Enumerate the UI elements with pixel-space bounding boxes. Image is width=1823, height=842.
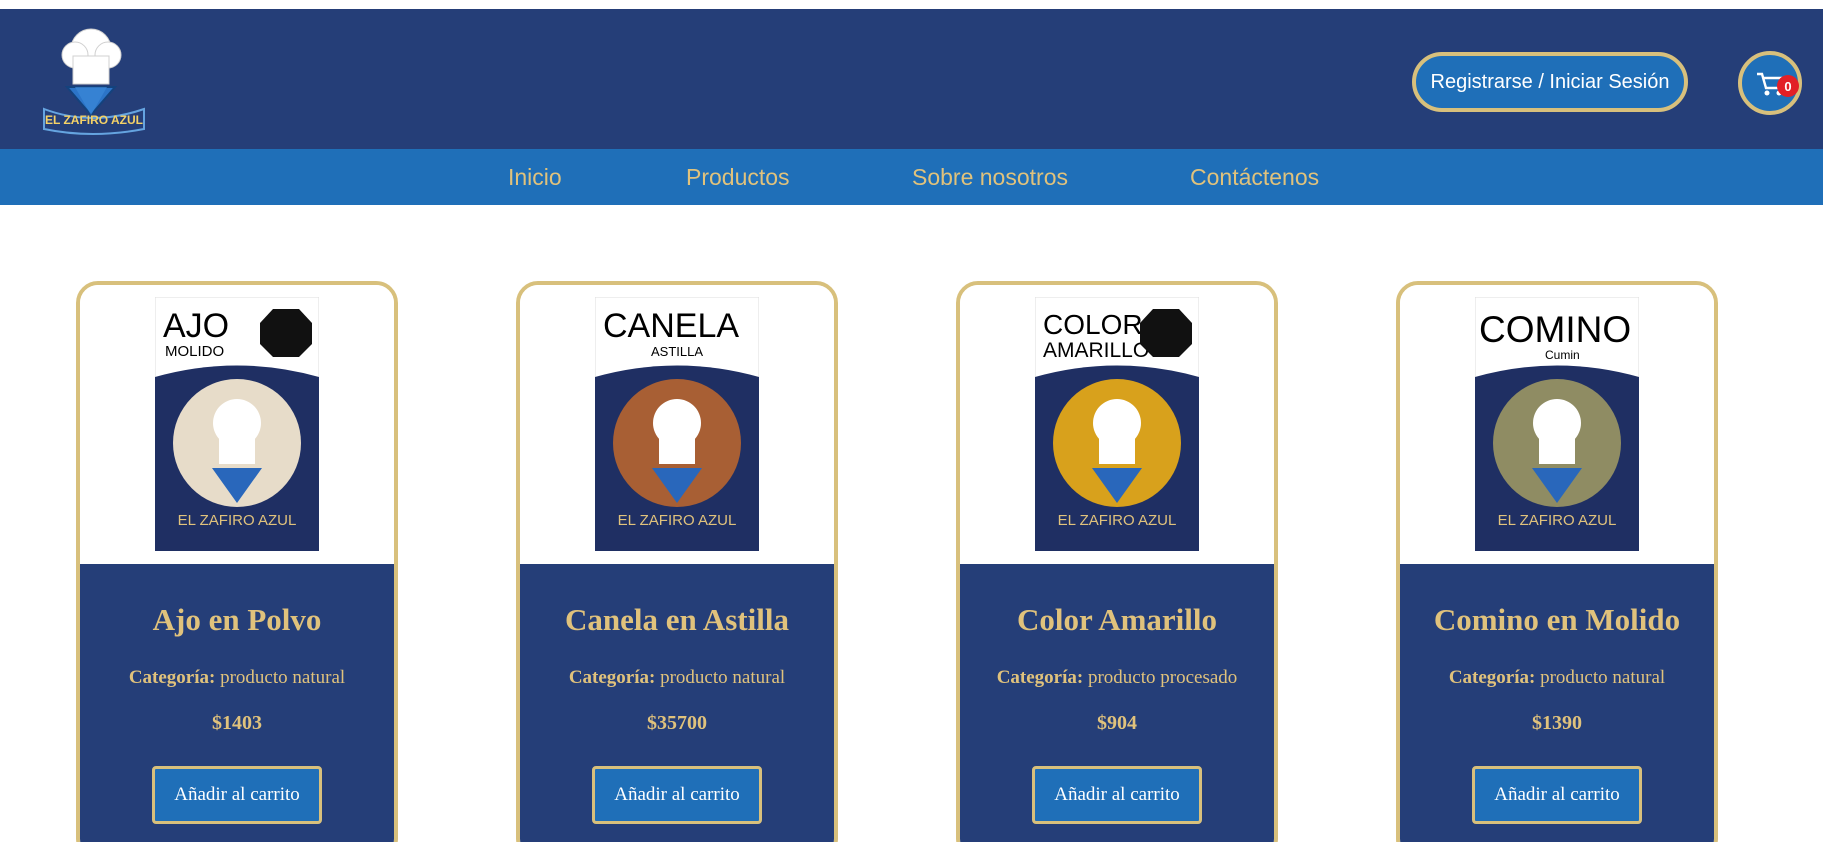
product-package-name: CANELA	[603, 307, 739, 345]
product-price: $35700	[647, 712, 707, 734]
add-to-cart-button[interactable]: Añadir al carrito	[1472, 766, 1642, 824]
product-package-subname: Cumin	[1545, 348, 1580, 362]
package-brand-text: EL ZAFIRO AZUL	[1058, 512, 1177, 529]
product-image[interactable]: CANELA ASTILLA EL ZAFIRO AZUL	[520, 285, 834, 564]
nav-item-productos[interactable]: Productos	[686, 149, 790, 205]
cart-button[interactable]: 0	[1738, 51, 1802, 115]
product-package-image: AJO MOLIDO EL ZAFIRO AZUL	[155, 297, 319, 551]
logo[interactable]: EL ZAFIRO AZUL	[42, 21, 147, 139]
product-package-image: CANELA ASTILLA EL ZAFIRO AZUL	[595, 297, 759, 551]
cart-count-badge: 0	[1777, 75, 1799, 97]
product-package-subname: ASTILLA	[651, 344, 703, 359]
product-card: COLOR AMARILLO EL ZAFIRO AZUL Color Amar…	[956, 281, 1278, 842]
product-package-subname: MOLIDO	[165, 343, 224, 360]
category-label: Categoría:	[568, 667, 656, 688]
product-info: Canela en Astilla Categoría: producto na…	[520, 564, 834, 842]
category-label: Categoría:	[1448, 667, 1536, 688]
site-header: EL ZAFIRO AZUL Registrarse / Iniciar Ses…	[0, 9, 1823, 149]
product-price: $1403	[212, 712, 262, 734]
add-to-cart-button[interactable]: Añadir al carrito	[1032, 766, 1202, 824]
category-label: Categoría:	[996, 667, 1084, 688]
product-package-image: COMINO Cumin EL ZAFIRO AZUL	[1475, 297, 1639, 551]
product-price: $904	[1097, 712, 1137, 734]
product-image[interactable]: COMINO Cumin EL ZAFIRO AZUL	[1400, 285, 1714, 564]
product-category: Categoría: producto natural	[80, 667, 394, 689]
svg-text:EL ZAFIRO AZUL: EL ZAFIRO AZUL	[45, 113, 143, 127]
package-brand-text: EL ZAFIRO AZUL	[178, 512, 297, 529]
product-title: Canela en Astilla	[565, 602, 789, 637]
nav-item-sobre-nosotros[interactable]: Sobre nosotros	[912, 149, 1068, 205]
product-image[interactable]: COLOR AMARILLO EL ZAFIRO AZUL	[960, 285, 1274, 564]
product-category: Categoría: producto natural	[520, 667, 834, 689]
category-value: producto natural	[1540, 667, 1666, 688]
product-card: AJO MOLIDO EL ZAFIRO AZUL Ajo en Polvo C…	[76, 281, 398, 842]
product-title: Color Amarillo	[1016, 602, 1218, 637]
product-category: Categoría: producto natural	[1400, 667, 1714, 689]
product-info: Ajo en Polvo Categoría: producto natural…	[80, 564, 394, 842]
register-login-button[interactable]: Registrarse / Iniciar Sesión	[1412, 52, 1688, 112]
category-value: producto natural	[660, 667, 786, 688]
add-to-cart-button[interactable]: Añadir al carrito	[592, 766, 762, 824]
product-category: Categoría: producto procesado	[960, 667, 1274, 689]
product-package-name: COMINO	[1479, 309, 1631, 350]
category-value: producto procesado	[1087, 667, 1238, 688]
top-strip	[0, 0, 1823, 9]
category-label: Categoría:	[128, 667, 216, 688]
product-title: Ajo en Polvo	[152, 602, 322, 637]
package-brand-text: EL ZAFIRO AZUL	[618, 512, 737, 529]
product-package-name: COLOR	[1043, 309, 1143, 340]
product-info: Comino en Molido Categoría: producto nat…	[1400, 564, 1714, 842]
product-price: $1390	[1532, 712, 1582, 734]
main-navigation: Inicio Productos Sobre nosotros Contácte…	[0, 149, 1823, 205]
product-package-image: COLOR AMARILLO EL ZAFIRO AZUL	[1035, 297, 1199, 551]
nav-item-inicio[interactable]: Inicio	[508, 149, 562, 205]
product-package-name: AJO	[163, 307, 229, 345]
package-brand-text: EL ZAFIRO AZUL	[1498, 512, 1617, 529]
product-image[interactable]: AJO MOLIDO EL ZAFIRO AZUL	[80, 285, 394, 564]
product-package-subname: AMARILLO	[1043, 339, 1149, 362]
product-info: Color Amarillo Categoría: producto proce…	[960, 564, 1274, 842]
add-to-cart-button[interactable]: Añadir al carrito	[152, 766, 322, 824]
product-title: Comino en Molido	[1433, 602, 1681, 637]
product-card: COMINO Cumin EL ZAFIRO AZUL Comino en Mo…	[1396, 281, 1718, 842]
nav-item-contactenos[interactable]: Contáctenos	[1190, 149, 1319, 205]
category-value: producto natural	[220, 667, 346, 688]
product-card: CANELA ASTILLA EL ZAFIRO AZUL Canela en …	[516, 281, 838, 842]
